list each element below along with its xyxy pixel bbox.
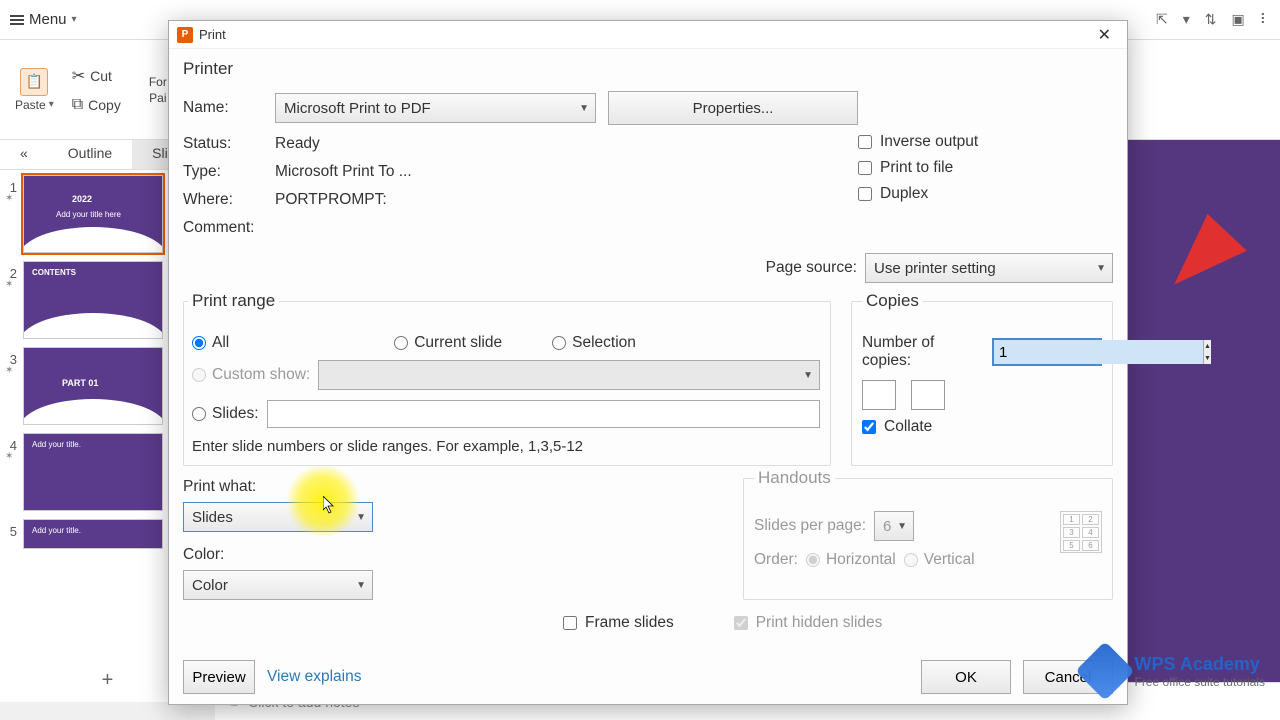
- order-horizontal-radio: Horizontal: [806, 551, 896, 569]
- type-value: Microsoft Print To ...: [275, 163, 412, 181]
- collate-diagram-icon: [862, 380, 896, 410]
- chevron-down-icon: ▼: [356, 512, 366, 523]
- cursor-icon: [323, 496, 335, 514]
- slide-thumbnail[interactable]: 2022 Add your title here: [23, 175, 163, 253]
- range-hint: Enter slide numbers or slide ranges. For…: [188, 438, 820, 455]
- chevron-down-icon: ▼: [897, 521, 907, 532]
- print-what-select[interactable]: Slides ▼: [183, 502, 373, 532]
- color-label: Color:: [183, 546, 723, 564]
- frame-slides-checkbox[interactable]: Frame slides: [563, 614, 674, 632]
- range-slides-radio[interactable]: Slides:: [192, 405, 259, 423]
- chevron-down-icon: ▼: [356, 580, 366, 591]
- copies-heading: Copies: [862, 291, 923, 311]
- paste-group[interactable]: 📋 Paste▾: [10, 63, 59, 117]
- close-button[interactable]: ✕: [1090, 23, 1119, 47]
- chevron-down-icon: ▼: [579, 103, 589, 114]
- menu-button[interactable]: Menu ▾: [10, 11, 77, 28]
- outline-tab[interactable]: Outline: [48, 140, 132, 169]
- handouts-heading: Handouts: [754, 468, 835, 488]
- app-icon: P: [177, 27, 193, 43]
- share-icon[interactable]: ⇱: [1156, 11, 1168, 28]
- type-label: Type:: [183, 163, 275, 181]
- spin-up-icon[interactable]: ▲: [1204, 340, 1211, 352]
- dialog-titlebar[interactable]: P Print ✕: [169, 21, 1127, 49]
- collate-diagram-icon: [911, 380, 945, 410]
- page-source-select[interactable]: Use printer setting ▼: [865, 253, 1113, 283]
- preview-button[interactable]: Preview: [183, 660, 255, 694]
- copies-spinner[interactable]: ▲▼: [992, 338, 1102, 366]
- printer-heading: Printer: [183, 59, 1113, 79]
- dialog-title: Print: [199, 27, 226, 42]
- range-all-radio[interactable]: All: [192, 334, 229, 352]
- status-value: Ready: [275, 135, 320, 153]
- range-current-radio[interactable]: Current slide: [394, 334, 502, 352]
- slide-thumbnail[interactable]: Add your title.: [23, 519, 163, 549]
- window-icon[interactable]: ▣: [1232, 11, 1245, 28]
- slide-thumbnail[interactable]: CONTENTS: [23, 261, 163, 339]
- chevron-down-icon: ▼: [1096, 263, 1106, 274]
- paper-plane-graphic: [1153, 205, 1247, 284]
- collate-checkbox[interactable]: Collate: [862, 418, 1102, 436]
- print-hidden-slides-checkbox: Print hidden slides: [734, 614, 883, 632]
- menubar-right-group: ⇱ ▾ ⇅ ▣ ⠇: [1156, 11, 1270, 28]
- dialog-footer: Preview View explains OK Cancel: [169, 650, 1127, 704]
- handouts-group: Handouts Slides per page: 6 ▼ Order:: [743, 478, 1113, 600]
- range-custom-show-radio: Custom show:: [192, 366, 310, 384]
- chevron-down-icon: ▼: [803, 370, 813, 381]
- chevron-down-icon: ▾: [72, 14, 77, 25]
- page-source-label: Page source:: [766, 259, 857, 277]
- ok-button[interactable]: OK: [921, 660, 1011, 694]
- slide-thumbnail[interactable]: Add your title.: [23, 433, 163, 511]
- copies-label: Number of copies:: [862, 334, 986, 370]
- slides-range-input[interactable]: [267, 400, 820, 428]
- print-range-heading: Print range: [188, 291, 279, 311]
- duplex-checkbox[interactable]: Duplex: [858, 185, 1113, 203]
- copy-icon: ⧉: [72, 96, 83, 114]
- slide-thumbnail[interactable]: PART 01: [23, 347, 163, 425]
- order-label: Order:: [754, 551, 798, 569]
- status-label: Status:: [183, 135, 275, 153]
- printer-name-select[interactable]: Microsoft Print to PDF ▼: [275, 93, 596, 123]
- copies-group: Copies Number of copies: ▲▼ Collate: [851, 301, 1113, 466]
- chevron-left-icon[interactable]: «: [0, 140, 48, 169]
- copy-button[interactable]: ⧉Copy: [69, 93, 124, 117]
- print-dialog: P Print ✕ Printer Name: Microsoft Print …: [168, 20, 1128, 705]
- printer-name-label: Name:: [183, 99, 275, 117]
- properties-button[interactable]: Properties...: [608, 91, 858, 125]
- more-icon[interactable]: ▾: [1183, 11, 1190, 28]
- hamburger-icon: [10, 13, 24, 27]
- clipboard-icon: 📋: [20, 68, 48, 96]
- menu-label: Menu: [29, 11, 67, 28]
- slides-per-page-label: Slides per page:: [754, 517, 866, 535]
- print-range-group: Print range All Current slide Selection …: [183, 301, 831, 466]
- where-value: PORTPROMPT:: [275, 191, 387, 209]
- scissors-icon: ✂: [72, 66, 85, 86]
- print-to-file-checkbox[interactable]: Print to file: [858, 159, 1113, 177]
- copies-input[interactable]: [994, 340, 1203, 364]
- spin-down-icon[interactable]: ▼: [1204, 352, 1211, 364]
- color-select[interactable]: Color ▼: [183, 570, 373, 600]
- custom-show-select: ▼: [318, 360, 820, 390]
- where-label: Where:: [183, 191, 275, 209]
- paste-label: Paste: [15, 98, 46, 112]
- print-what-label: Print what:: [183, 478, 723, 496]
- sort-icon[interactable]: ⇅: [1205, 11, 1217, 28]
- order-vertical-radio: Vertical: [904, 551, 975, 569]
- cancel-button[interactable]: Cancel: [1023, 660, 1113, 694]
- handout-layout-icon: 123456: [1060, 511, 1102, 553]
- view-explains-link[interactable]: View explains: [267, 668, 362, 686]
- chevron-down-icon: ▾: [49, 99, 54, 110]
- inverse-output-checkbox[interactable]: Inverse output: [858, 133, 1113, 151]
- cut-button[interactable]: ✂Cut: [69, 63, 124, 89]
- range-selection-radio[interactable]: Selection: [552, 334, 636, 352]
- overflow-icon[interactable]: ⠇: [1260, 11, 1270, 28]
- slides-per-page-select: 6 ▼: [874, 511, 914, 541]
- comment-label: Comment:: [183, 219, 275, 237]
